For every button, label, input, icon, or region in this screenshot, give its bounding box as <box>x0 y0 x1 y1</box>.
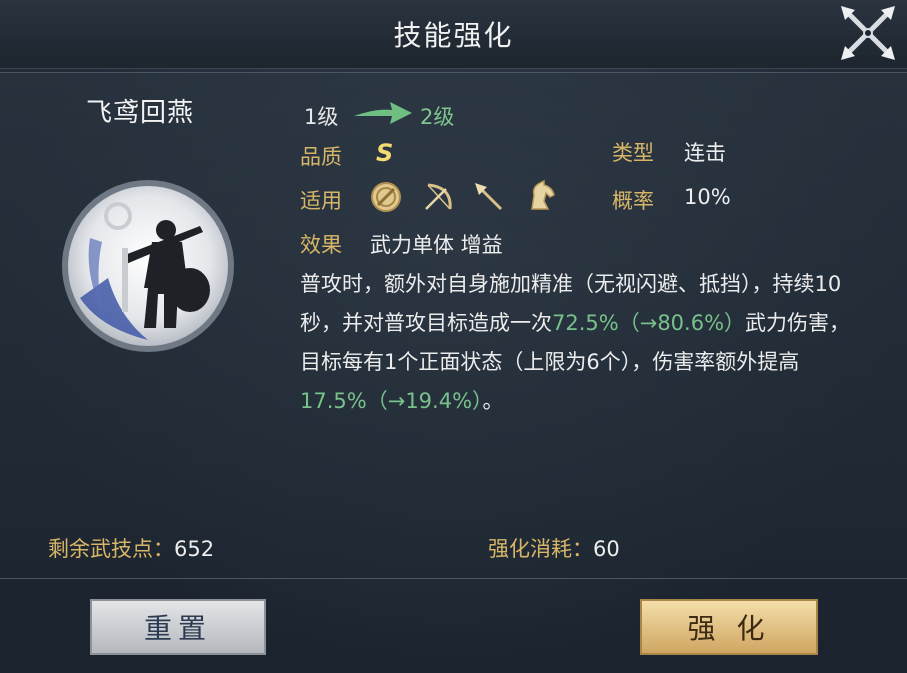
chance-value: 10% <box>684 185 731 209</box>
damage-rate-current: 72.5% <box>552 311 619 335</box>
title-bar: 技能强化 <box>0 0 907 69</box>
applies-label: 适用 <box>300 189 342 213</box>
level-current: 1级 <box>304 105 339 129</box>
type-label: 类型 <box>612 141 654 165</box>
bonus-rate-next: （→19.4%） <box>366 389 483 413</box>
skill-name: 飞鸢回燕 <box>86 98 195 128</box>
damage-rate-next: （→80.6%） <box>618 311 746 335</box>
arrow-right-icon <box>354 102 412 124</box>
upgrade-button[interactable]: 强 化 <box>640 599 818 655</box>
bow-icon <box>425 183 452 210</box>
points-label: 剩余武技点： <box>48 537 174 561</box>
level-next: 2级 <box>420 105 455 129</box>
skill-description: 普攻时，额外对自身施加精准（无视闪避、抵挡），持续10秒，并对普攻目标造成一次7… <box>300 265 860 421</box>
quality-grade: S <box>376 139 394 167</box>
effect-value: 武力单体 增益 <box>370 233 503 257</box>
bonus-rate-current: 17.5% <box>300 389 367 413</box>
horse-icon <box>531 179 555 210</box>
shield-icon <box>371 182 401 212</box>
upgrade-cost: 强化消耗：60 <box>488 533 620 563</box>
points-value: 652 <box>174 537 215 561</box>
chance-label: 概率 <box>612 189 654 213</box>
remaining-points: 剩余武技点：652 <box>48 533 214 563</box>
window-title: 技能强化 <box>393 19 514 52</box>
type-value: 连击 <box>684 141 726 165</box>
reset-button[interactable]: 重置 <box>90 599 266 655</box>
skill-portrait <box>62 180 234 352</box>
description-text-3: 。 <box>482 389 504 413</box>
quality-label: 品质 <box>300 145 342 169</box>
spear-icon <box>475 183 503 211</box>
cost-label: 强化消耗： <box>488 537 593 561</box>
close-icon[interactable] <box>837 2 899 64</box>
cost-value: 60 <box>593 537 620 561</box>
effect-label: 效果 <box>300 233 342 257</box>
